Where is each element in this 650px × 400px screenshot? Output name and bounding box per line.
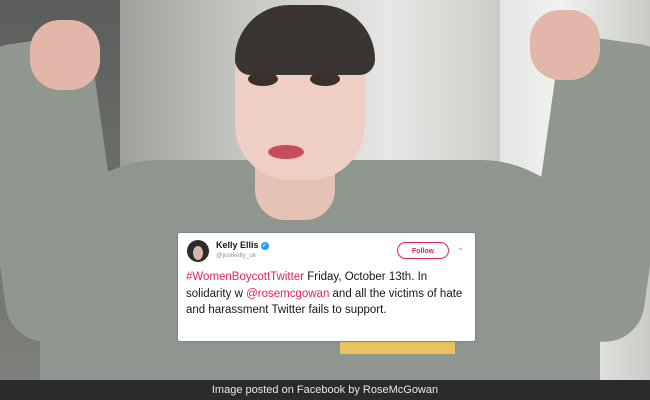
left-fist — [30, 20, 100, 90]
verified-badge-icon: ✓ — [260, 241, 269, 250]
right-fist — [530, 10, 600, 80]
follow-button[interactable]: Follow — [397, 242, 449, 259]
tweet-card: Kelly Ellis ✓ @justkelly_ok Follow ⌄ #Wom… — [178, 233, 475, 341]
avatar-face — [193, 246, 203, 260]
author-name-row[interactable]: Kelly Ellis ✓ — [216, 240, 269, 250]
hashtag-link[interactable]: #WomenBoycottTwitter — [186, 271, 304, 283]
image-caption: Image posted on Facebook by RoseMcGowan — [211, 384, 439, 396]
chevron-down-icon[interactable]: ⌄ — [457, 243, 464, 252]
caption-bar: Image posted on Facebook by RoseMcGowan — [0, 380, 650, 400]
left-eye — [248, 72, 278, 86]
author-name[interactable]: Kelly Ellis — [216, 240, 259, 250]
hair — [235, 5, 375, 75]
right-eye — [310, 72, 340, 86]
sweater-patch — [340, 342, 455, 354]
tweet-text: #WomenBoycottTwitter Friday, October 13t… — [186, 269, 471, 319]
avatar[interactable] — [187, 240, 209, 262]
lips — [268, 145, 304, 159]
mention-link[interactable]: @rosemcgowan — [246, 288, 329, 300]
author-handle[interactable]: @justkelly_ok — [216, 252, 256, 259]
